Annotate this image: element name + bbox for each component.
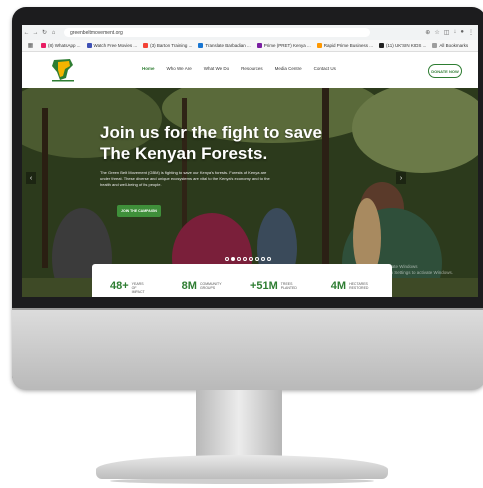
bookmark-item[interactable]: All Bookmarks (432, 43, 468, 48)
bookmark-favicon (256, 43, 262, 48)
bookmark-label: Rapid Prime Business ... (323, 43, 374, 48)
bookmark-favicon (143, 43, 149, 48)
bookmark-favicon (41, 43, 46, 48)
bookmark-favicon (198, 43, 204, 48)
bookmark-item[interactable]: Prime (PRET) Kenya ... (256, 43, 311, 48)
impact-stats-panel: 48+ YEARS OF IMPACT 8M COMMUNITY GROUPS … (92, 264, 392, 297)
hero-title-line1: Join us for the fight to save (100, 123, 322, 142)
bookmark-item[interactable]: Watch Free Movies ... (86, 43, 138, 48)
address-bar[interactable]: greenbeltmovement.org (64, 28, 370, 37)
bookmark-item[interactable]: Translate Barbadian ... (198, 43, 251, 48)
stat-years: 48+ YEARS OF IMPACT (110, 280, 148, 297)
watermark-line2: Go to Settings to activate Windows. (382, 270, 454, 275)
bookmark-favicon (316, 43, 322, 48)
stat-value: +51M (249, 280, 278, 292)
stat-label: COMMUNITY GROUPS (199, 282, 222, 290)
slider-dot[interactable] (237, 257, 241, 261)
stat-label: YEARS OF IMPACT (131, 282, 145, 294)
donate-button[interactable]: DONATE NOW (428, 64, 462, 78)
menu-item-contact-us[interactable]: Contact Us (314, 66, 336, 71)
bookmark-label: Watch Free Movies ... (93, 43, 138, 48)
slider-dot[interactable] (255, 257, 259, 261)
stat-label: TREES PLANTED (280, 282, 297, 290)
stat-value: 8M (181, 280, 197, 292)
slider-dot[interactable] (261, 257, 265, 261)
stat-label: HECTARES RESTORED (349, 282, 369, 290)
menu-item-what-we-do[interactable]: What We Do (204, 66, 229, 71)
apps-icon[interactable]: ▦ (26, 42, 35, 49)
join-campaign-button[interactable]: JOIN THE CAMPAIGN (117, 205, 161, 217)
bookmark-favicon (86, 43, 92, 48)
monitor-chin (12, 310, 483, 390)
stat-value: 48+ (110, 280, 129, 292)
browser-actions: ⊕ ☆ ◫ ↓ ● ⋮ (425, 29, 478, 36)
bookmark-label: All Bookmarks (439, 43, 469, 48)
slider-dot[interactable] (225, 257, 229, 261)
stat-trees: +51M TREES PLANTED (250, 280, 297, 297)
stat-hectares: 4M HECTARES RESTORED (330, 280, 369, 297)
slider-dot[interactable] (243, 257, 247, 261)
reload-icon[interactable]: ↻ (40, 29, 49, 36)
hero-body: The Green Belt Movement (GBM) is fightin… (100, 170, 270, 187)
address-text: greenbeltmovement.org (70, 29, 123, 36)
forward-icon[interactable]: → (31, 30, 40, 36)
hero-title-line2: The Kenyan Forests. (100, 144, 268, 163)
menu-item-who-we-are[interactable]: Who We Are (167, 66, 192, 71)
slider-dot[interactable] (231, 257, 235, 261)
bookmark-label: Translate Barbadian ... (205, 43, 251, 48)
site-header: Home Who We Are What We Do Resources Med… (22, 52, 478, 89)
menu-item-media-centre[interactable]: Media Centre (275, 66, 302, 71)
star-icon[interactable]: ☆ (434, 29, 439, 36)
green-belt-logo[interactable] (48, 56, 78, 84)
stat-value: 4M (330, 280, 347, 292)
download-icon[interactable]: ↓ (453, 29, 456, 36)
bookmark-favicon (379, 43, 385, 48)
menu-item-resources[interactable]: Resources (241, 66, 263, 71)
menu-item-home[interactable]: Home (142, 66, 155, 71)
bookmark-label: Prime (PRET) Kenya ... (263, 43, 311, 48)
browser-toolbar: ← → ↻ ⌂ greenbeltmovement.org ⊕ ☆ ◫ ↓ ● … (22, 25, 478, 40)
zoom-icon[interactable]: ⊕ (425, 29, 430, 36)
bookmark-item[interactable]: Rapid Prime Business ... (316, 43, 374, 48)
monitor-stand-base (96, 455, 388, 479)
windows-activation-watermark: Activate Windows Go to Settings to activ… (382, 264, 453, 276)
bookmark-label: (3) Barton Training ... (150, 43, 193, 48)
slider-dot[interactable] (267, 257, 271, 261)
back-icon[interactable]: ← (22, 30, 31, 36)
bookmark-label: (8) WhatsApp ... (48, 43, 81, 48)
bookmark-item[interactable]: (3) Barton Training ... (143, 43, 192, 48)
bookmark-item[interactable]: (8) WhatsApp ... (41, 43, 81, 48)
monitor-stand-neck (196, 390, 282, 460)
slider-dot[interactable] (249, 257, 253, 261)
extensions-icon[interactable]: ◫ (444, 29, 450, 36)
menu-icon[interactable]: ⋮ (468, 29, 474, 36)
bookmark-label: (11) UK'SIN KIDS ... (386, 43, 427, 48)
hero-title: Join us for the fight to save The Kenyan… (100, 122, 322, 164)
prev-slide-arrow-icon[interactable]: ‹ (26, 172, 36, 184)
screen: ← → ↻ ⌂ greenbeltmovement.org ⊕ ☆ ◫ ↓ ● … (22, 25, 478, 297)
next-slide-arrow-icon[interactable]: › (396, 172, 406, 184)
home-icon[interactable]: ⌂ (49, 30, 58, 36)
profile-icon[interactable]: ● (460, 29, 464, 36)
main-menu: Home Who We Are What We Do Resources Med… (142, 66, 336, 71)
folder-icon (432, 43, 438, 48)
bookmark-item[interactable]: (11) UK'SIN KIDS ... (379, 43, 426, 48)
hero-banner: Join us for the fight to save The Kenyan… (22, 88, 478, 297)
slider-dots (225, 257, 271, 261)
stat-groups: 8M COMMUNITY GROUPS (181, 280, 222, 297)
bookmarks-bar: ▦ (8) WhatsApp ... Watch Free Movies ...… (22, 40, 478, 52)
